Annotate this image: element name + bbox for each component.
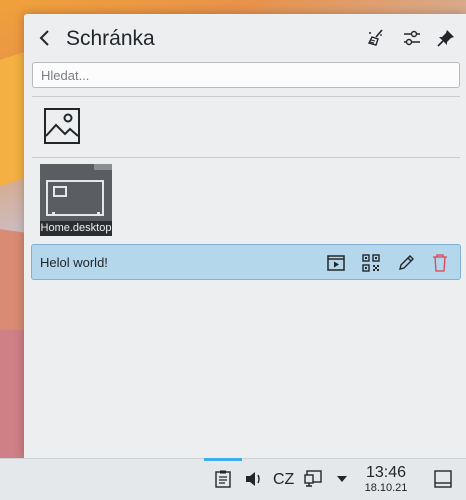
qr-code-icon — [362, 254, 380, 272]
edit-button[interactable] — [394, 251, 418, 275]
clear-history-button[interactable] — [364, 26, 388, 50]
clipboard-popup: Schránka Hledat... Home.desktop Helol wo… — [24, 14, 466, 458]
clock-date: 18.10.21 — [364, 482, 408, 494]
volume-tray-button[interactable] — [243, 468, 265, 490]
network-icon — [304, 470, 322, 487]
network-tray-button[interactable] — [302, 468, 324, 490]
clipboard-item-text[interactable]: Helol world! — [31, 244, 461, 280]
configure-button[interactable] — [400, 26, 424, 50]
monitor-dot — [52, 212, 55, 215]
clipboard-icon — [215, 470, 231, 488]
show-desktop-icon — [434, 470, 452, 488]
keyboard-layout-indicator[interactable]: CZ — [273, 471, 294, 489]
delete-button[interactable] — [428, 251, 452, 275]
digital-clock[interactable]: 13:46 18.10.21 — [360, 465, 412, 495]
folder-icon — [53, 186, 67, 197]
separator — [32, 96, 460, 97]
back-icon — [39, 30, 49, 46]
separator — [32, 157, 460, 158]
show-desktop-button[interactable] — [432, 468, 454, 490]
pin-button[interactable] — [434, 26, 458, 50]
thumbnail-corner — [94, 164, 112, 170]
play-action-icon — [327, 255, 345, 271]
monitor-dot — [97, 212, 100, 215]
trash-icon — [433, 254, 447, 272]
clear-history-icon — [367, 29, 383, 46]
show-qr-code-button[interactable] — [359, 251, 383, 275]
clipboard-item-file[interactable]: Home.desktop — [32, 162, 460, 240]
pin-icon — [437, 30, 454, 47]
back-button[interactable] — [34, 26, 56, 50]
clipboard-tray-button[interactable] — [212, 468, 234, 490]
expand-tray-button[interactable] — [331, 468, 353, 490]
clipboard-text: Helol world! — [40, 255, 108, 270]
volume-icon — [246, 472, 260, 486]
popup-title: Schránka — [66, 27, 155, 50]
clipboard-item-image[interactable] — [32, 98, 460, 154]
file-thumbnail: Home.desktop — [40, 164, 112, 236]
search-input[interactable] — [32, 62, 460, 88]
arrow-up-icon — [337, 476, 347, 482]
image-icon — [44, 108, 80, 144]
taskbar-panel: CZ 13:46 18.10.21 — [0, 458, 466, 500]
active-indicator — [204, 458, 242, 461]
clock-time: 13:46 — [365, 464, 407, 481]
edit-icon — [399, 255, 414, 270]
settings-icon — [404, 30, 420, 46]
invoke-action-button[interactable] — [324, 251, 348, 275]
popup-header: Schránka — [24, 14, 466, 60]
file-name-label: Home.desktop — [40, 221, 112, 236]
